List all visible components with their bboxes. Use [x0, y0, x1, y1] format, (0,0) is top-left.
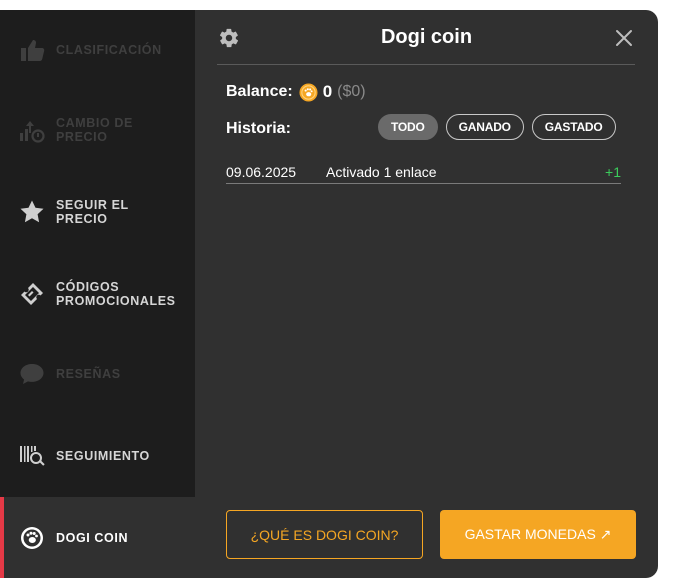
- chat-bubble-icon: [18, 360, 46, 388]
- filter-ganado[interactable]: GANADO: [445, 114, 524, 140]
- what-is-dogi-coin-button[interactable]: ¿QUÉ ES DOGI COIN?: [226, 510, 423, 559]
- paw-icon: [18, 524, 46, 552]
- star-icon: [18, 198, 46, 226]
- history-filters: TODO GANADO GASTADO: [378, 114, 616, 140]
- history-date: 09.06.2025: [226, 163, 297, 180]
- barcode-search-icon: [18, 442, 46, 470]
- sidebar-item-clasificacion[interactable]: CLASIFICACIÓN: [0, 28, 195, 72]
- filter-gastado[interactable]: GASTADO: [531, 114, 616, 140]
- dogi-coin-panel: Dogi coin Balance: 0 ($0) Historia: TODO…: [195, 10, 658, 578]
- balance-row: Balance: 0 ($0): [226, 82, 366, 102]
- sidebar-item-label: SEGUIR EL PRECIO: [56, 198, 129, 226]
- dogi-coin-icon: [299, 82, 318, 102]
- sidebar: CLASIFICACIÓN CAMBIO DE PRECIO SEGUIR EL…: [0, 10, 195, 578]
- sidebar-item-label: DOGI COIN: [56, 530, 129, 545]
- sidebar-item-label: RESEÑAS: [56, 367, 121, 381]
- history-label: Historia:: [226, 120, 291, 137]
- filter-todo[interactable]: TODO: [378, 114, 438, 140]
- sidebar-item-cambio-de-precio[interactable]: CAMBIO DE PRECIO: [0, 108, 195, 152]
- history-description: Activado 1 enlace: [326, 163, 437, 180]
- thumbs-up-icon: [18, 36, 46, 64]
- price-change-icon: [18, 116, 46, 144]
- sidebar-item-seguir-el-precio[interactable]: SEGUIR EL PRECIO: [0, 190, 195, 234]
- sidebar-item-resenas[interactable]: RESEÑAS: [0, 352, 195, 396]
- balance-label: Balance:: [226, 83, 293, 100]
- sidebar-item-codigos-promocionales[interactable]: CÓDIGOS PROMOCIONALES: [0, 272, 195, 316]
- ticket-icon: [18, 280, 46, 308]
- balance-amount: 0: [322, 82, 333, 101]
- spend-coins-button[interactable]: GASTAR MONEDAS ↗: [440, 510, 636, 559]
- sidebar-item-label: SEGUIMIENTO: [56, 449, 150, 463]
- sidebar-item-dogi-coin[interactable]: DOGI COIN: [0, 497, 195, 578]
- sidebar-item-label: CÓDIGOS PROMOCIONALES: [56, 280, 176, 308]
- app-window: CLASIFICACIÓN CAMBIO DE PRECIO SEGUIR EL…: [0, 10, 658, 578]
- sidebar-item-seguimiento[interactable]: SEGUIMIENTO: [0, 434, 195, 478]
- sidebar-item-label: CAMBIO DE PRECIO: [56, 116, 133, 144]
- history-row: 09.06.2025 Activado 1 enlace +1: [226, 160, 621, 184]
- sidebar-item-label: CLASIFICACIÓN: [56, 43, 162, 57]
- history-delta: +1: [605, 163, 621, 180]
- balance-usd: ($0): [337, 83, 366, 100]
- divider: [217, 64, 635, 65]
- panel-title: Dogi coin: [380, 26, 473, 48]
- close-icon[interactable]: [613, 27, 635, 49]
